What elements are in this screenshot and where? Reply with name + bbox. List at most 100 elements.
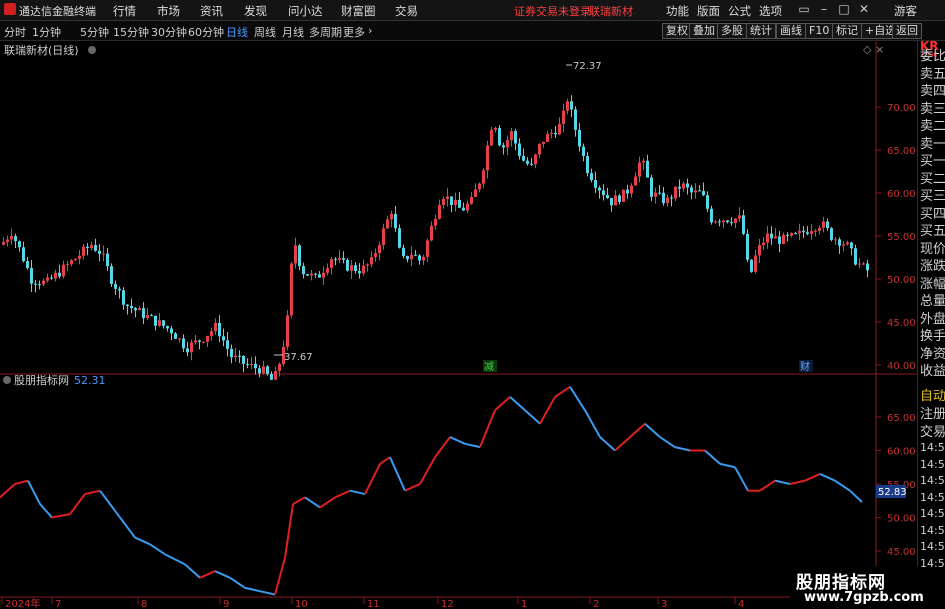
candle-body [202,341,205,343]
back-button[interactable]: 返回 [892,23,922,39]
sidebar-trade[interactable]: 交易 [920,421,945,440]
window-restore-icon[interactable]: ▭ [796,2,812,16]
watermark-url: www.7gpzb.com [804,590,924,605]
menu-options[interactable]: 选项 [759,3,782,19]
overlay-button[interactable]: 叠加 [689,23,719,39]
indicator-menu-icon[interactable] [3,376,11,384]
candle-body [746,233,749,260]
candle-body [854,248,857,265]
candle-body [526,160,529,164]
x-tick-label: 2 [593,599,599,609]
period-monthly[interactable]: 月线 [282,24,304,40]
period-60min[interactable]: 60分钟 [188,24,224,40]
period-15min[interactable]: 15分钟 [113,24,149,40]
candle-body [570,101,573,110]
quote-label: 收益 [920,364,945,379]
x-tick-label: 11 [367,599,380,609]
window-maximize-icon[interactable]: □ [836,2,852,16]
indicator-segment [759,479,776,492]
statistics-button[interactable]: 统计 [746,23,776,39]
menu-discover[interactable]: 发现 [244,3,267,19]
f10-button[interactable]: F10 [805,23,834,39]
candle-body [402,247,405,257]
user-guest[interactable]: 游客 [894,3,917,19]
menu-market[interactable]: 市场 [157,3,180,19]
sidebar-auto[interactable]: 自动 [920,385,945,404]
candle-body [298,245,301,267]
indicator-segment [69,493,86,515]
more-arrow-icon[interactable]: › [368,24,372,37]
candle-body [318,274,321,278]
multi-stock-button[interactable]: 多股 [717,23,747,39]
candle-body [806,232,809,234]
candle-body [618,195,621,202]
candle-body [538,143,541,155]
indicator-segment [14,479,29,485]
period-more[interactable]: 更多 [343,24,365,40]
window-minimize-icon[interactable]: – [816,2,832,16]
menu-wealth[interactable]: 财富圈 [341,3,376,19]
sidebar-register[interactable]: 注册 [920,403,945,422]
menu-layout[interactable]: 版面 [697,3,720,19]
candle-body [142,308,145,319]
period-intraday[interactable]: 分时 [4,24,26,40]
candle-body [830,228,833,240]
menu-news[interactable]: 资讯 [200,3,223,19]
candle-body [314,273,317,275]
indicator-segment [774,479,791,485]
chart-canvas[interactable]: 联瑞新材(日线) ◇ × 70.0065.0060.0055.0050.0045… [0,41,917,609]
candle-body [666,197,669,204]
watermark: 股朋指标网 www.7gpzb.com [790,566,924,609]
indicator-segment [584,409,601,438]
tick-time: 14:56 [920,507,945,520]
candle-body [766,233,769,243]
candlestick-series [2,95,869,381]
mark-button[interactable]: 标记 [832,23,862,39]
candle-body [174,333,177,339]
trade-login-warning[interactable]: 证券交易未登录 [514,3,591,19]
period-multi[interactable]: 多周期 [309,24,342,40]
ind-y-tick-label: 50.00 [887,514,916,525]
period-1min[interactable]: 1分钟 [32,24,61,40]
candle-body [130,305,133,309]
candle-body [230,348,233,358]
period-30min[interactable]: 30分钟 [151,24,187,40]
reduce-marker[interactable]: 减 [484,361,494,373]
indicator-segment [789,479,806,485]
app-logo-icon [4,3,16,15]
period-5min[interactable]: 5分钟 [80,24,109,40]
menu-ask[interactable]: 问小达 [288,3,323,19]
period-daily[interactable]: 日线 [226,24,248,40]
chart-settings-icon[interactable]: ◇ × [863,43,884,56]
candle-body [218,322,221,337]
finance-marker[interactable]: 财 [800,360,810,373]
candle-body [750,259,753,272]
candle-body [278,363,281,372]
candle-body [554,132,557,135]
menu-trade[interactable]: 交易 [395,3,418,19]
candle-body [642,160,645,163]
candle-body [758,245,761,256]
candle-body [410,254,413,260]
adjust-button[interactable]: 复权 [662,23,692,39]
candle-body [546,133,549,142]
draw-line-button[interactable]: 画线 [776,23,806,39]
indicator-segment [734,466,749,492]
low-price-label: 37.67 [284,352,313,363]
candle-body [418,255,421,261]
period-weekly[interactable]: 周线 [254,24,276,40]
menu-quotes[interactable]: 行情 [113,3,136,19]
candle-body [58,272,61,277]
candle-body [46,277,49,281]
quote-label: 卖二 [920,119,945,134]
window-close-icon[interactable]: ✕ [856,2,872,16]
chart-menu-icon[interactable] [88,46,96,54]
indicator-segment [164,553,186,566]
indicator-segment [27,480,41,505]
candle-body [726,220,729,223]
candle-body [814,230,817,232]
main-y-tick-label: 65.00 [887,146,916,157]
app-name: 通达信金融终端 [19,5,96,18]
menu-formula[interactable]: 公式 [728,3,751,19]
menu-function[interactable]: 功能 [666,3,689,19]
